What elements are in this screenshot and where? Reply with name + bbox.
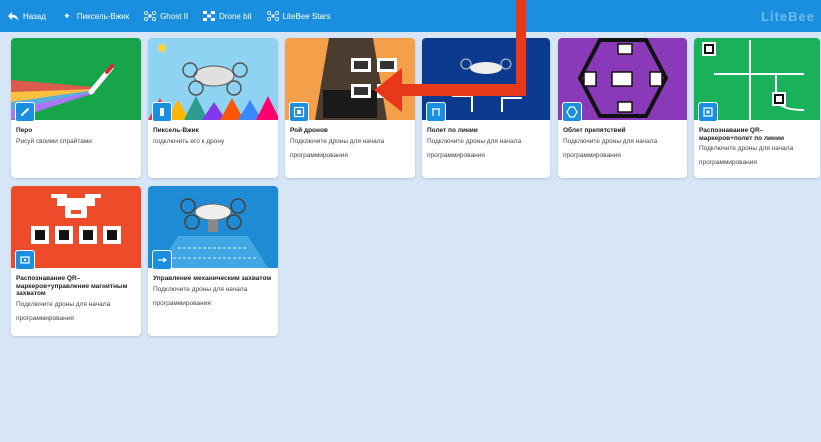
brand-logo: LiteBee (761, 9, 815, 24)
extension-card-gripper[interactable]: Управление механическим захватом Подключ… (148, 186, 278, 336)
card-description: Подключите дроны для начала программиров… (16, 300, 111, 322)
phone-icon (152, 102, 172, 122)
extension-card-obstacles[interactable]: Облет препятствий Подключите дроны для н… (558, 38, 687, 178)
drone-icon (143, 9, 157, 23)
card-description: Рисуй своими спрайтами (16, 137, 92, 145)
card-title: Управление механическим захватом (153, 275, 272, 282)
card-title: Облет препятствий (563, 127, 626, 134)
gripper-icon (152, 250, 172, 270)
tab-litebee-stars[interactable]: LiteBee Stars (266, 9, 331, 23)
swarm-icon (289, 102, 309, 122)
card-description: Подключите дроны для начала программиров… (153, 285, 248, 307)
tab-drone-bit-label: Drone bit (219, 11, 252, 21)
card-description: Подключите дроны для начала программиров… (699, 145, 794, 166)
card-title: Рой дронов (290, 127, 328, 134)
back-button[interactable]: Назад (6, 9, 46, 23)
tab-pixel-vzhik[interactable]: ✦ Пиксель-Вжик (60, 9, 129, 23)
extension-card-line-follow[interactable]: Полет по линии Подключите дроны для нача… (422, 38, 550, 178)
back-arrow-icon (6, 9, 20, 23)
qr-line-icon (698, 102, 718, 122)
tab-litebee-stars-label: LiteBee Stars (282, 11, 331, 21)
extension-card-qr-line[interactable]: Распознавание QR–маркеров+полет по линии… (694, 38, 820, 178)
extension-card-qr-magnet[interactable]: Распознавание QR–маркеров+управление маг… (11, 186, 141, 336)
card-description: подключить его к дрону (153, 137, 225, 145)
tab-ghost-ii-label: Ghost II (160, 11, 189, 21)
sparkle-icon: ✦ (63, 10, 71, 21)
extension-card-pen[interactable]: Перо Рисуй своими спрайтами (11, 38, 141, 178)
obstacle-icon (562, 102, 582, 122)
card-description: Подключите дроны для начала программиров… (290, 137, 385, 159)
drone-icon (266, 9, 280, 23)
pen-icon (15, 102, 35, 122)
extension-card-pixel-vzhik[interactable]: Пиксель-Вжик подключить его к дрону (148, 38, 278, 178)
card-description: Подключите дроны для начала программиров… (427, 137, 522, 159)
extension-card-drone-swarm[interactable]: Рой дронов Подключите дроны для начала п… (285, 38, 415, 178)
line-follow-icon (426, 102, 446, 122)
card-title: Распознавание QR–маркеров+полет по линии (699, 127, 784, 142)
tab-ghost-ii[interactable]: Ghost II (143, 9, 188, 23)
back-label: Назад (23, 11, 46, 21)
drone-bit-icon (202, 9, 216, 23)
card-description: Подключите дроны для начала программиров… (563, 137, 658, 159)
top-menu-bar: Назад ✦ Пиксель-Вжик Ghost II Drone bit … (0, 0, 821, 32)
card-title: Распознавание QR–маркеров+управление маг… (16, 275, 128, 297)
card-title: Перо (16, 127, 33, 134)
qr-magnet-icon (15, 250, 35, 270)
tab-pixel-vzhik-label: Пиксель-Вжик (76, 11, 130, 21)
card-title: Полет по линии (427, 127, 478, 134)
card-title: Пиксель-Вжик (153, 127, 199, 134)
tab-drone-bit[interactable]: Drone bit (202, 9, 252, 23)
